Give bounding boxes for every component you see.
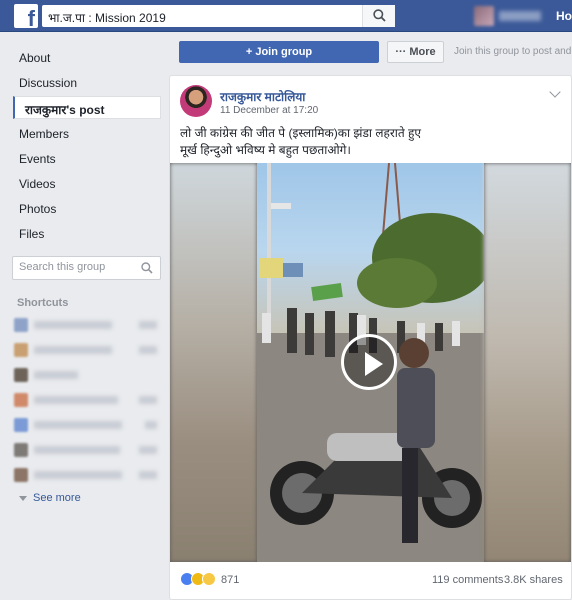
shortcut-item[interactable] [14, 343, 159, 357]
search-icon[interactable] [141, 262, 153, 274]
nav-item-events[interactable]: Events [19, 152, 56, 166]
search-button[interactable] [362, 5, 395, 27]
sad-reaction-icon [202, 572, 216, 586]
home-link[interactable]: Home [556, 9, 572, 23]
nav-item-discussion[interactable]: Discussion [19, 76, 77, 90]
nav-item-members[interactable]: Members [19, 127, 69, 141]
post-options-chevron-icon[interactable] [549, 86, 561, 98]
post-text-line: मूर्ख हिन्दुओ भविष्य मे बहुत पछताओगे। [180, 143, 351, 157]
post-author-name[interactable]: राजकुमार माटोलिया [220, 88, 305, 105]
top-navigation-bar: f भा.ज.पा : Mission 2019 Home [0, 0, 572, 32]
play-button[interactable] [341, 334, 397, 390]
post-text: लो जी कांग्रेस की जीत पे (इस्लामिक)का झं… [180, 125, 560, 159]
play-icon [365, 352, 383, 376]
search-query-text: भा.ज.पा : Mission 2019 [48, 11, 166, 25]
nav-item-about[interactable]: About [19, 51, 50, 65]
nav-item-videos[interactable]: Videos [19, 177, 55, 191]
join-group-button[interactable]: + Join group [179, 41, 379, 63]
group-search-input[interactable] [19, 261, 137, 273]
shortcut-item[interactable] [14, 418, 159, 432]
profile-name-blurred[interactable] [499, 11, 541, 21]
post-card: राजकुमार माटोलिया 11 December at 17:20 ल… [169, 75, 572, 600]
global-search-input[interactable]: भा.ज.पा : Mission 2019 [42, 5, 395, 27]
shortcut-item[interactable] [14, 318, 159, 332]
more-button[interactable]: ··· More [387, 41, 444, 63]
shortcut-item[interactable] [14, 468, 159, 482]
group-search-field[interactable] [12, 256, 161, 280]
author-avatar[interactable] [180, 85, 212, 117]
post-text-line: लो जी कांग्रेस की जीत पे (इस्लामिक)का झं… [180, 126, 422, 140]
see-more-label: See more [33, 492, 81, 504]
shortcuts-heading: Shortcuts [17, 297, 69, 309]
shortcut-item[interactable] [14, 393, 159, 407]
post-footer: 871 119 comments 3.8K shares [170, 566, 571, 596]
shortcut-item[interactable] [14, 443, 159, 457]
post-video[interactable] [170, 163, 571, 562]
profile-avatar[interactable] [474, 6, 494, 26]
reaction-count: 871 [221, 574, 240, 586]
nav-item-post-active[interactable]: राजकुमार's post [13, 96, 161, 119]
facebook-logo-icon[interactable]: f [14, 4, 38, 30]
join-group-hint: Join this group to post and c [454, 46, 572, 57]
comments-count-link[interactable]: 119 comments [432, 574, 503, 586]
search-icon [373, 9, 386, 22]
post-timestamp[interactable]: 11 December at 17:20 [220, 105, 318, 116]
nav-item-files[interactable]: Files [19, 227, 44, 241]
shares-count-link[interactable]: 3.8K shares [504, 574, 563, 586]
shortcut-item[interactable] [14, 368, 159, 382]
nav-item-post-label: राजकुमार's post [25, 103, 105, 117]
see-more-link[interactable]: See more [19, 492, 81, 504]
chevron-down-icon [19, 495, 27, 501]
nav-item-photos[interactable]: Photos [19, 202, 56, 216]
